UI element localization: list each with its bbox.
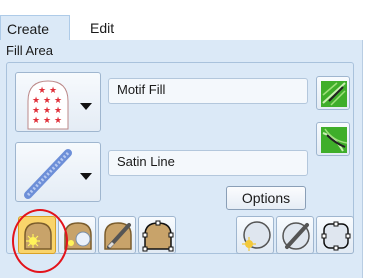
svg-text:★: ★	[54, 106, 62, 116]
satin-line-label: Satin Line	[117, 154, 175, 169]
satin-line-dropdown-button[interactable]	[15, 142, 101, 202]
circle-pen-tool-button[interactable]	[276, 216, 314, 254]
tab-bar: Create Edit	[0, 0, 366, 40]
svg-text:★: ★	[32, 106, 40, 116]
fill-direction-curve-icon	[321, 127, 348, 153]
svg-text:★: ★	[54, 116, 62, 126]
shape-hole-tool-button[interactable]	[58, 216, 96, 254]
fill-area-label: Fill Area	[6, 43, 53, 58]
circle-pen-icon	[282, 222, 310, 250]
create-ribbon-panel: Create Edit Fill Area ★ ★ ★ ★ ★ ★ ★ ★ ★ ★ ★ Mot…	[0, 0, 366, 278]
circle-sun-tool-button[interactable]	[236, 216, 274, 254]
shape-pen-icon	[104, 222, 132, 250]
svg-text:★: ★	[43, 106, 51, 116]
shape-hole-icon	[64, 222, 92, 250]
rounded-square-points-icon	[321, 221, 351, 251]
fill-direction-button[interactable]	[316, 76, 350, 110]
tab-create[interactable]: Create	[0, 15, 70, 40]
motif-fill-label: Motif Fill	[117, 82, 166, 97]
svg-text:★: ★	[49, 86, 57, 96]
motif-fill-field[interactable]: Motif Fill	[108, 78, 308, 104]
options-button[interactable]: Options	[226, 186, 306, 210]
tab-edit[interactable]: Edit	[84, 15, 120, 40]
chevron-down-icon	[80, 103, 92, 110]
svg-text:★: ★	[43, 116, 51, 126]
svg-text:★: ★	[38, 86, 46, 96]
svg-text:★: ★	[43, 96, 51, 106]
satin-line-field[interactable]: Satin Line	[108, 150, 308, 176]
svg-text:★: ★	[32, 116, 40, 126]
chevron-down-icon	[80, 173, 92, 180]
motif-fill-dropdown-button[interactable]: ★ ★ ★ ★ ★ ★ ★ ★ ★ ★ ★	[15, 72, 101, 132]
fill-direction-icon	[321, 81, 347, 107]
closed-shape-tool-button[interactable]	[18, 216, 56, 254]
svg-text:★: ★	[32, 96, 40, 106]
closed-shape-sun-icon	[24, 222, 52, 250]
shape-points-tool-button[interactable]	[138, 216, 176, 254]
fill-direction-curve-button[interactable]	[316, 122, 350, 156]
circle-sun-icon	[242, 221, 271, 251]
shape-pen-tool-button[interactable]	[98, 216, 136, 254]
shape-points-icon	[142, 220, 174, 252]
rounded-square-points-tool-button[interactable]	[316, 216, 354, 254]
svg-text:★: ★	[54, 96, 62, 106]
